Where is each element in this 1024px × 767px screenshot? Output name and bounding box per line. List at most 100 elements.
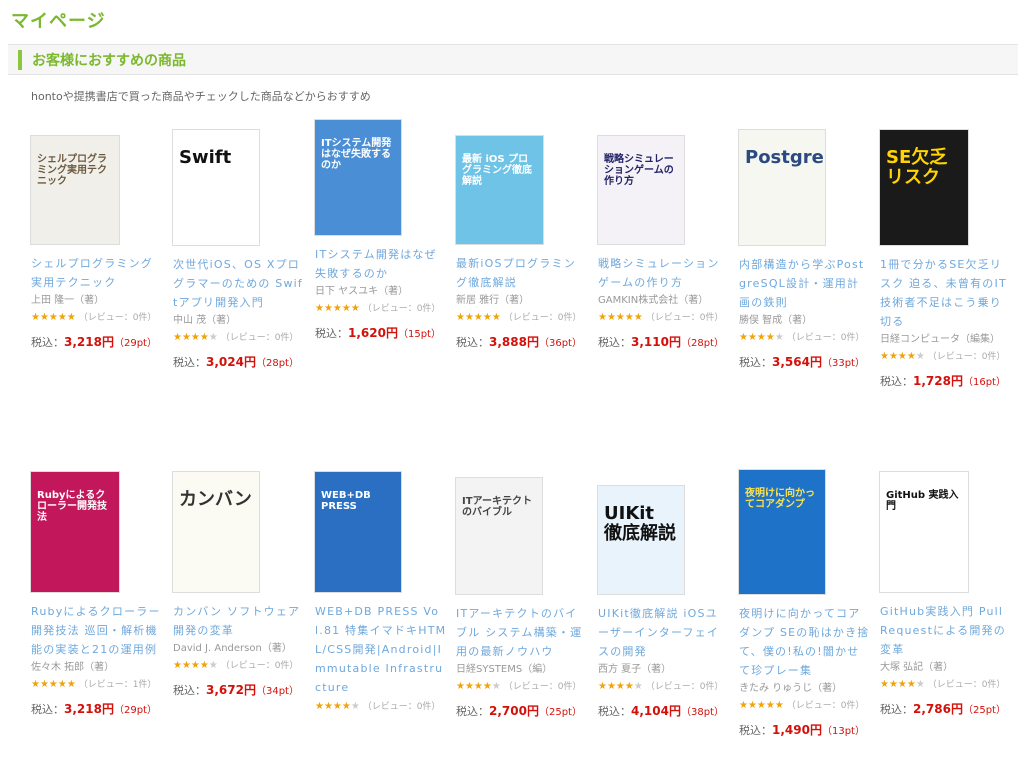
- product-author[interactable]: 日下 ヤスユキ（著）: [315, 285, 447, 299]
- product-author[interactable]: 日経コンピュータ（編集）: [880, 333, 1012, 347]
- price-label: 税込：: [598, 705, 631, 718]
- product-title-link[interactable]: Rubyによるクローラー開発技法 巡回・解析機能の実装と21の運用例: [31, 602, 163, 659]
- product-author[interactable]: GAMKIN株式会社（著）: [598, 294, 730, 308]
- book-cover-image[interactable]: カンバン: [173, 472, 259, 592]
- product-price: 税込：3,024円（28pt）: [173, 353, 305, 370]
- price-label: 税込：: [315, 327, 348, 340]
- star-rating-icon: ★★★★★: [598, 681, 643, 692]
- product-author[interactable]: 西方 夏子（著）: [598, 663, 730, 677]
- points-value: （25pt）: [962, 705, 1006, 716]
- points-value: （16pt）: [962, 377, 1006, 388]
- review-count: （レビュー：0件）: [642, 313, 724, 323]
- product-author[interactable]: きたみ りゅうじ（著）: [739, 682, 871, 696]
- price-value: 2,786円: [913, 702, 963, 716]
- book-cover-image[interactable]: Swift: [173, 130, 259, 245]
- book-cover-image[interactable]: 夜明けに向かってコアダンプ: [739, 470, 825, 594]
- product-rating: ★★★★★ （レビュー：0件）: [739, 331, 871, 345]
- product-title-link[interactable]: 次世代iOS、OS Xプログラマーのための Swiftアプリ開発入門: [173, 255, 305, 312]
- price-label: 税込：: [456, 705, 489, 718]
- price-label: 税込：: [31, 703, 64, 716]
- points-value: （13pt）: [821, 726, 865, 737]
- star-rating-icon: ★★★★★: [739, 332, 784, 343]
- star-rating-icon: ★★★★★: [880, 351, 925, 362]
- book-cover-title: シェルプログラミング実用テクニック: [37, 154, 107, 187]
- product-author[interactable]: 日経SYSTEMS（編）: [456, 663, 588, 677]
- product-author[interactable]: David J. Anderson（著）: [173, 642, 305, 656]
- product-item: WEB+DB PRESS WEB+DB PRESS Vol.81 特集イマドキHT…: [315, 472, 447, 714]
- product-item: カンバンカンバン ソフトウェア開発の変革 David J. Anderson（著）…: [173, 472, 305, 698]
- product-price: 税込：3,218円（29pt）: [31, 333, 163, 350]
- product-title-link[interactable]: ITアーキテクトのバイブル システム構築・運用の最新ノウハウ: [456, 604, 588, 661]
- review-count: （レビュー：0件）: [783, 333, 865, 343]
- product-rating: ★★★★★ （レビュー：0件）: [598, 680, 730, 694]
- product-author[interactable]: 勝俣 智成（著）: [739, 314, 871, 328]
- product-item: SE欠乏リスク 1冊で分かるSE欠乏リスク 迫る、未曾有のIT技術者不足はこう乗り…: [880, 130, 1012, 389]
- book-cover-image[interactable]: 戦略シミュレーションゲームの作り方: [598, 136, 684, 244]
- product-title-link[interactable]: 最新iOSプログラミング徹底解説: [456, 254, 588, 292]
- points-value: （38pt）: [680, 707, 724, 718]
- book-cover-image[interactable]: PostgreSQL: [739, 130, 825, 245]
- book-cover-title: カンバン: [179, 489, 252, 510]
- book-cover-title: ITシステム開発はなぜ失敗するのか: [321, 138, 392, 171]
- product-item: GitHub 実践入門 GitHub実践入門 Pull Requestによる開発の…: [880, 472, 1012, 717]
- product-rating: ★★★★★ （レビュー：0件）: [173, 331, 305, 345]
- product-rating: ★★★★★ （レビュー：0件）: [315, 700, 447, 714]
- book-cover-image[interactable]: ITシステム開発はなぜ失敗するのか: [315, 120, 401, 235]
- book-cover-image[interactable]: ITアーキテクトのバイブル: [456, 478, 542, 594]
- review-count: （レビュー：0件）: [217, 661, 299, 671]
- product-rating: ★★★★★ （レビュー：0件）: [880, 350, 1012, 364]
- review-count: （レビュー：0件）: [359, 304, 441, 314]
- product-title-link[interactable]: 夜明けに向かってコアダンプ SEの恥はかき捨て、僕の!私の!闇かせて珍プレー集: [739, 604, 871, 680]
- product-title-link[interactable]: UIKit徹底解説 iOSユーザーインターフェイスの開発: [598, 604, 730, 661]
- points-value: （36pt）: [538, 338, 582, 349]
- book-cover-image[interactable]: SE欠乏リスク: [880, 130, 968, 245]
- book-cover-title: Rubyによるクローラー開発技法: [37, 490, 107, 523]
- product-price: 税込：3,110円（28pt）: [598, 333, 730, 350]
- price-value: 3,564円: [772, 355, 822, 369]
- product-title-link[interactable]: WEB+DB PRESS Vol.81 特集イマドキHTML/CSS開発|And…: [315, 602, 447, 697]
- product-author[interactable]: 佐々木 拓郎（著）: [31, 661, 163, 675]
- product-author[interactable]: 新居 雅行（著）: [456, 294, 588, 308]
- product-title-link[interactable]: ITシステム開発はなぜ失敗するのか: [315, 245, 447, 283]
- product-price: 税込：3,672円（34pt）: [173, 681, 305, 698]
- product-title-link[interactable]: シェルプログラミング実用テクニック: [31, 254, 163, 292]
- points-value: （34pt）: [255, 686, 299, 697]
- product-item: Rubyによるクローラー開発技法 Rubyによるクローラー開発技法 巡回・解析機能…: [31, 472, 163, 717]
- product-rating: ★★★★★ （レビュー：0件）: [315, 302, 447, 316]
- book-cover-image[interactable]: シェルプログラミング実用テクニック: [31, 136, 119, 244]
- product-title-link[interactable]: カンバン ソフトウェア開発の変革: [173, 602, 305, 640]
- book-cover-image[interactable]: WEB+DB PRESS: [315, 472, 401, 592]
- product-author[interactable]: 大塚 弘記（著）: [880, 661, 1012, 675]
- product-price: 税込：4,104円（38pt）: [598, 702, 730, 719]
- points-value: （28pt）: [255, 358, 299, 369]
- product-title-link[interactable]: 1冊で分かるSE欠乏リスク 迫る、未曾有のIT技術者不足はこう乗り切る: [880, 255, 1012, 331]
- product-item: ITシステム開発はなぜ失敗するのか ITシステム開発はなぜ失敗するのか日下 ヤスユ…: [315, 120, 447, 341]
- star-rating-icon: ★★★★★: [598, 312, 643, 323]
- product-title-link[interactable]: GitHub実践入門 Pull Requestによる開発の変革: [880, 602, 1012, 659]
- price-label: 税込：: [739, 356, 772, 369]
- product-author[interactable]: 中山 茂（著）: [173, 314, 305, 328]
- product-price: 税込：1,620円（15pt）: [315, 324, 447, 341]
- price-value: 3,218円: [64, 335, 114, 349]
- price-label: 税込：: [739, 724, 772, 737]
- price-value: 1,490円: [772, 723, 822, 737]
- product-rating: ★★★★★ （レビュー：0件）: [739, 699, 871, 713]
- product-title-link[interactable]: 戦略シミュレーションゲームの作り方: [598, 254, 730, 292]
- product-title-link[interactable]: 内部構造から学ぶPostgreSQL設計・運用計画の鉄則: [739, 255, 871, 312]
- book-cover-title: GitHub 実践入門: [886, 490, 959, 512]
- book-cover-image[interactable]: 最新 iOS プログラミング徹底解説: [456, 136, 543, 244]
- review-count: （レビュー：0件）: [642, 682, 724, 692]
- price-value: 3,672円: [206, 683, 256, 697]
- price-value: 1,728円: [913, 374, 963, 388]
- product-author[interactable]: 上田 隆一（著）: [31, 294, 163, 308]
- price-value: 3,218円: [64, 702, 114, 716]
- product-price: 税込：2,700円（25pt）: [456, 702, 588, 719]
- book-cover-image[interactable]: GitHub 実践入門: [880, 472, 968, 592]
- product-item: 夜明けに向かってコアダンプ夜明けに向かってコアダンプ SEの恥はかき捨て、僕の!…: [739, 470, 871, 738]
- star-rating-icon: ★★★★★: [456, 681, 501, 692]
- book-cover-image[interactable]: UIKit 徹底解説: [598, 486, 684, 594]
- product-item: シェルプログラミング実用テクニック シェルプログラミング実用テクニック 上田 隆一（…: [31, 136, 163, 350]
- price-label: 税込：: [880, 703, 913, 716]
- book-cover-image[interactable]: Rubyによるクローラー開発技法: [31, 472, 119, 592]
- product-item: 戦略シミュレーションゲームの作り方 戦略シミュレーションゲームの作り方 GAMKIN…: [598, 136, 730, 350]
